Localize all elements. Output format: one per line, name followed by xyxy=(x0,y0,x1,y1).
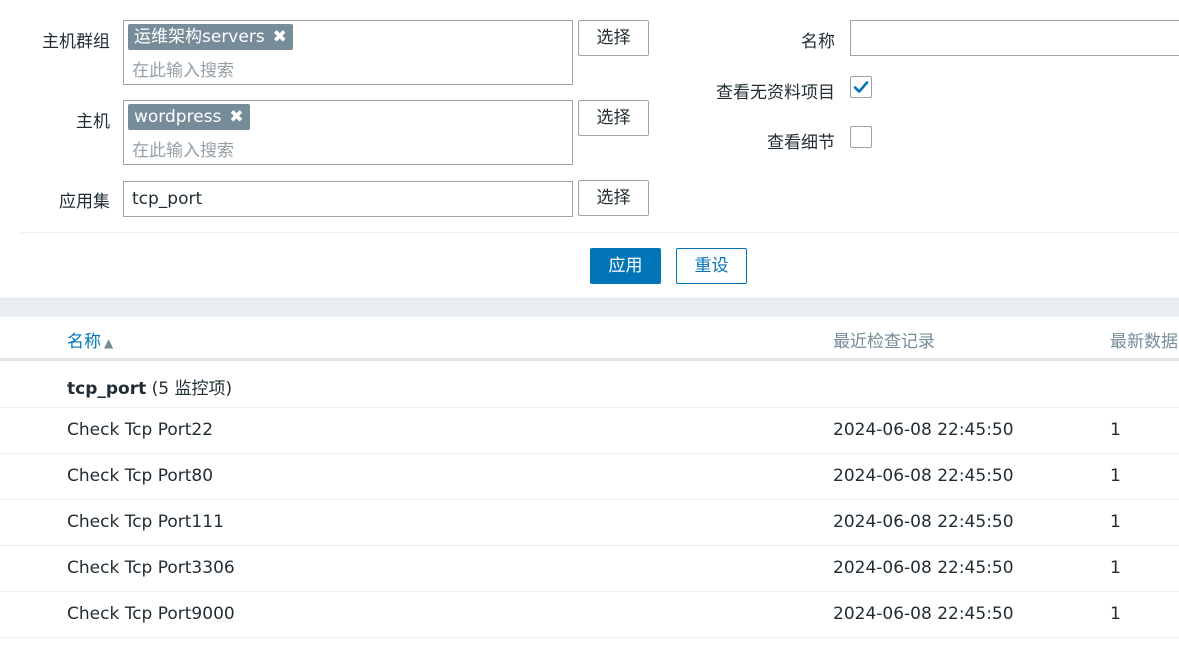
host-group-tag: 运维架构servers ✖ xyxy=(128,24,293,50)
host-group-select-button[interactable]: 选择 xyxy=(578,20,649,56)
close-icon[interactable]: ✖ xyxy=(273,27,287,47)
form-divider xyxy=(21,232,1179,233)
item-last-check: 2024-06-08 22:45:50 xyxy=(833,512,1014,532)
host-search-input[interactable]: 在此输入搜索 xyxy=(132,136,234,161)
host-group-multiselect[interactable]: 运维架构servers ✖ 在此输入搜索 xyxy=(123,20,573,85)
column-header-last-value: 最新数据 xyxy=(1110,332,1178,352)
item-name: Check Tcp Port3306 xyxy=(67,558,235,578)
item-last-value: 1 xyxy=(1110,512,1121,532)
table-header-divider xyxy=(0,358,1179,361)
item-last-check: 2024-06-08 22:45:50 xyxy=(833,466,1014,486)
column-header-name-label: 名称 xyxy=(67,332,101,352)
show-without-data-checkbox[interactable] xyxy=(850,76,872,98)
row-divider xyxy=(0,407,1179,408)
row-divider xyxy=(0,591,1179,592)
column-header-name[interactable]: 名称 ▲ xyxy=(67,327,113,352)
host-select-button[interactable]: 选择 xyxy=(578,100,649,136)
item-name: Check Tcp Port80 xyxy=(67,466,214,486)
item-name: Check Tcp Port22 xyxy=(67,420,214,440)
item-name: Check Tcp Port111 xyxy=(67,512,224,532)
item-name: Check Tcp Port9000 xyxy=(67,604,235,624)
item-last-check: 2024-06-08 22:45:50 xyxy=(833,604,1014,624)
host-multiselect[interactable]: wordpress ✖ 在此输入搜索 xyxy=(123,100,573,165)
row-divider xyxy=(0,637,1179,638)
host-label: 主机 xyxy=(76,112,110,132)
host-group-label: 主机群组 xyxy=(42,32,110,52)
host-tag-label: wordpress xyxy=(134,107,222,127)
column-header-last-check: 最近检查记录 xyxy=(833,332,935,352)
section-separator xyxy=(0,298,1179,317)
row-divider xyxy=(0,499,1179,500)
item-last-value: 1 xyxy=(1110,604,1121,624)
item-last-value: 1 xyxy=(1110,466,1121,486)
group-name-label: tcp_port xyxy=(67,379,147,399)
application-select-button[interactable]: 选择 xyxy=(578,180,649,216)
name-label: 名称 xyxy=(801,32,835,52)
application-input-value: tcp_port xyxy=(132,189,203,209)
show-without-data-label: 查看无资料项目 xyxy=(716,83,835,103)
show-details-label: 查看细节 xyxy=(767,133,835,153)
row-divider xyxy=(0,545,1179,546)
reset-button[interactable]: 重设 xyxy=(676,248,747,284)
group-name: tcp_port (5 监控项) xyxy=(67,374,232,399)
group-count: (5 监控项) xyxy=(151,379,233,399)
name-input[interactable] xyxy=(850,20,1179,56)
show-details-checkbox[interactable] xyxy=(850,126,872,148)
checkmark-icon xyxy=(853,81,869,93)
item-last-check: 2024-06-08 22:45:50 xyxy=(833,558,1014,578)
item-last-value: 1 xyxy=(1110,558,1121,578)
row-divider xyxy=(0,453,1179,454)
sort-ascending-icon: ▲ xyxy=(104,336,114,350)
item-last-value: 1 xyxy=(1110,420,1121,440)
application-input[interactable]: tcp_port xyxy=(123,181,573,217)
apply-button[interactable]: 应用 xyxy=(590,248,661,284)
host-group-tag-label: 运维架构servers xyxy=(134,27,265,47)
host-group-search-input[interactable]: 在此输入搜索 xyxy=(132,56,234,81)
host-tag: wordpress ✖ xyxy=(128,104,250,130)
item-last-check: 2024-06-08 22:45:50 xyxy=(833,420,1014,440)
application-label: 应用集 xyxy=(59,192,110,212)
close-icon[interactable]: ✖ xyxy=(229,107,243,127)
